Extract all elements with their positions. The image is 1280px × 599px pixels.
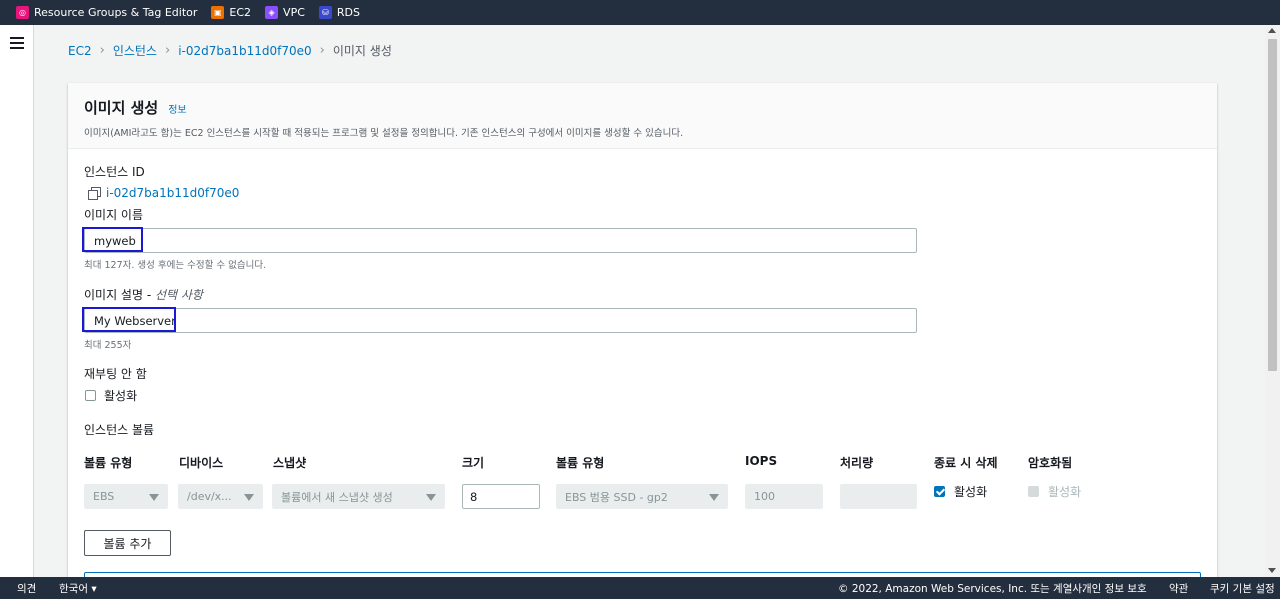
snapshot-value: 볼륨에서 새 스냅샷 생성 (281, 490, 393, 504)
favorite-label: Resource Groups & Tag Editor (34, 6, 198, 19)
encrypted-label: 활성화 (1048, 485, 1082, 499)
vpc-icon: ◈ (265, 6, 279, 19)
caret-down-icon (149, 494, 159, 501)
throughput-input (840, 484, 917, 509)
breadcrumb-instances[interactable]: 인스턴스 (113, 42, 157, 59)
volume-type-select: EBS (84, 484, 168, 509)
image-description-hint: 최대 255자 (84, 340, 132, 351)
resource-groups-icon: ◎ (16, 6, 29, 19)
instance-volumes-label: 인스턴스 볼륨 (84, 423, 155, 437)
device-select: /dev/x... (178, 484, 263, 509)
image-name-label: 이미지 이름 (84, 208, 144, 222)
image-description-input[interactable] (84, 308, 917, 333)
favorite-resource-groups[interactable]: ◎ Resource Groups & Tag Editor (16, 6, 197, 19)
chevron-right-icon: › (99, 43, 105, 58)
cookie-preferences-link[interactable]: 쿠키 기본 설정 (1210, 581, 1275, 596)
page-description: 이미지(AMI라고도 함)는 EC2 인스턴스를 시작할 때 적용되는 프로그램… (84, 128, 684, 139)
snapshot-select: 볼륨에서 새 스냅샷 생성 (272, 484, 445, 509)
rds-icon: ⛁ (318, 6, 332, 19)
copy-icon[interactable] (88, 187, 101, 200)
create-image-panel: 이미지 생성 정보 이미지(AMI라고도 함)는 EC2 인스턴스를 시작할 때… (68, 83, 1217, 592)
chevron-right-icon: › (164, 43, 171, 58)
footer: 의견 한국어 ▾ © 2022, Amazon Web Services, In… (0, 577, 1280, 599)
column-header-volume-type: 볼륨 유형 (84, 456, 133, 470)
caret-down-icon: ▾ (91, 582, 97, 595)
instance-id-label: 인스턴스 ID (84, 165, 145, 179)
top-navigation: ◎ Resource Groups & Tag Editor ▣ EC2 ◈ V… (0, 0, 1280, 25)
column-header-size: 크기 (462, 456, 485, 470)
favorite-rds[interactable]: ⛁ RDS (318, 6, 360, 19)
panel-header: 이미지 생성 정보 이미지(AMI라고도 함)는 EC2 인스턴스를 시작할 때… (68, 83, 1217, 149)
page-title: 이미지 생성 (84, 99, 159, 117)
optional-label: 선택 사항 (154, 288, 203, 302)
column-header-snapshot: 스냅샷 (273, 456, 307, 470)
column-header-throughput: 처리량 (840, 456, 874, 470)
no-reboot-checkbox[interactable] (85, 390, 96, 401)
no-reboot-label: 재부팅 안 함 (84, 367, 147, 381)
terms-link[interactable]: 약관 (1169, 581, 1188, 596)
language-label: 한국어 (59, 582, 88, 595)
caret-down-icon (426, 494, 436, 501)
favorite-label: VPC (283, 6, 305, 19)
favorite-label: RDS (336, 6, 360, 19)
breadcrumb-current: 이미지 생성 (332, 44, 392, 58)
favorite-label: EC2 (229, 6, 252, 19)
column-header-encrypted: 암호화됨 (1028, 456, 1073, 470)
favorite-ec2[interactable]: ▣ EC2 (211, 6, 251, 19)
add-volume-button[interactable]: 볼륨 추가 (84, 530, 171, 556)
column-header-delete-on-termination: 종료 시 삭제 (934, 456, 998, 470)
scroll-up-icon[interactable] (1268, 28, 1276, 33)
chevron-right-icon: › (319, 43, 325, 58)
breadcrumb-ec2[interactable]: EC2 (68, 44, 92, 58)
copyright-text: © 2022, Amazon Web Services, Inc. 또는 계열사… (838, 582, 1086, 595)
info-link[interactable]: 정보 (168, 101, 186, 116)
encrypted-checkbox (1028, 486, 1039, 497)
volume-type-value: EBS (93, 490, 115, 503)
favorite-vpc[interactable]: ◈ VPC (265, 6, 305, 19)
feedback-link[interactable]: 의견 (17, 581, 36, 596)
scroll-down-icon[interactable] (1268, 568, 1276, 573)
no-reboot-enable-label[interactable]: 활성화 (104, 387, 137, 404)
ec2-icon: ▣ (211, 6, 225, 19)
column-header-iops: IOPS (745, 454, 778, 468)
column-header-ebs-volume-type: 볼륨 유형 (556, 456, 605, 470)
delete-on-termination-label[interactable]: 활성화 (954, 483, 987, 500)
privacy-link[interactable]: 개인 정보 보호 (1082, 581, 1147, 596)
delete-on-termination-checkbox[interactable] (934, 486, 945, 497)
menu-icon[interactable] (10, 37, 24, 49)
side-navigation-strip (0, 25, 34, 577)
page-scrollbar[interactable] (1265, 25, 1280, 577)
iops-input: 100 (745, 484, 823, 509)
instance-id-link[interactable]: i-02d7ba1b11d0f70e0 (88, 186, 239, 200)
image-description-label: 이미지 설명 - 선택 사항 (84, 288, 203, 302)
ebs-volume-type-select: EBS 범용 SSD - gp2 (556, 484, 728, 509)
image-name-input[interactable] (84, 228, 917, 253)
scroll-thumb[interactable] (1268, 39, 1277, 371)
caret-down-icon (244, 494, 254, 501)
caret-down-icon (709, 494, 719, 501)
language-selector[interactable]: 한국어 ▾ (59, 581, 97, 596)
image-name-hint: 최대 127자. 생성 후에는 수정할 수 없습니다. (84, 260, 267, 271)
breadcrumb-instance-id[interactable]: i-02d7ba1b11d0f70e0 (178, 44, 311, 58)
column-header-device: 디바이스 (179, 456, 224, 470)
size-input[interactable] (462, 484, 540, 509)
ebs-volume-type-value: EBS 범용 SSD - gp2 (565, 490, 668, 504)
iops-value: 100 (754, 490, 775, 503)
device-value: /dev/x... (187, 490, 232, 503)
breadcrumb: EC2 › 인스턴스 › i-02d7ba1b11d0f70e0 › 이미지 생… (68, 42, 392, 59)
instance-id-value[interactable]: i-02d7ba1b11d0f70e0 (106, 186, 239, 200)
